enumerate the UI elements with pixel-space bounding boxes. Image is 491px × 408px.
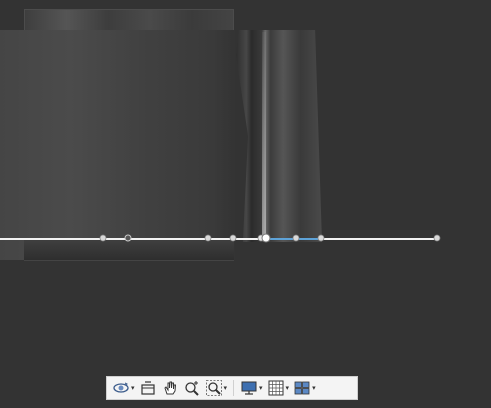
model-viewport[interactable] (0, 0, 491, 408)
chevron-down-icon[interactable]: ▾ (224, 378, 228, 398)
display-mode-icon (240, 379, 258, 397)
chevron-down-icon[interactable]: ▾ (259, 378, 263, 398)
zoom-realtime-button[interactable] (182, 378, 202, 398)
navigation-toolbar: ▾ ▾ ▾ ▾ ▾ (106, 376, 358, 400)
zoom-realtime-icon (183, 379, 201, 397)
grip-point[interactable] (229, 234, 237, 242)
hand-pan-button[interactable] (160, 378, 180, 398)
grip-point[interactable] (124, 234, 132, 242)
chevron-down-icon[interactable]: ▾ (286, 378, 290, 398)
zoom-window-button[interactable]: ▾ (204, 378, 229, 398)
viewports-icon (293, 379, 311, 397)
toolbar-separator (233, 380, 235, 396)
chevron-down-icon[interactable]: ▾ (131, 378, 135, 398)
orbit-icon (112, 379, 130, 397)
grip-point[interactable] (292, 234, 300, 242)
grip-point[interactable] (204, 234, 212, 242)
display-mode-button[interactable]: ▾ (239, 378, 264, 398)
orbit-button[interactable]: ▾ (111, 378, 136, 398)
grip-point[interactable] (317, 234, 325, 242)
grip-point[interactable] (433, 234, 441, 242)
chevron-down-icon[interactable]: ▾ (312, 378, 316, 398)
grip-point[interactable] (99, 234, 107, 242)
zoom-window-icon (205, 379, 223, 397)
viewports-button[interactable]: ▾ (292, 378, 317, 398)
pan-view-button[interactable] (138, 378, 158, 398)
sketch-overlay (0, 233, 441, 243)
pan-view-icon (139, 379, 157, 397)
grip-point-selected[interactable] (261, 233, 271, 243)
grid-button[interactable]: ▾ (266, 378, 291, 398)
hand-pan-icon (161, 379, 179, 397)
grid-icon (267, 379, 285, 397)
